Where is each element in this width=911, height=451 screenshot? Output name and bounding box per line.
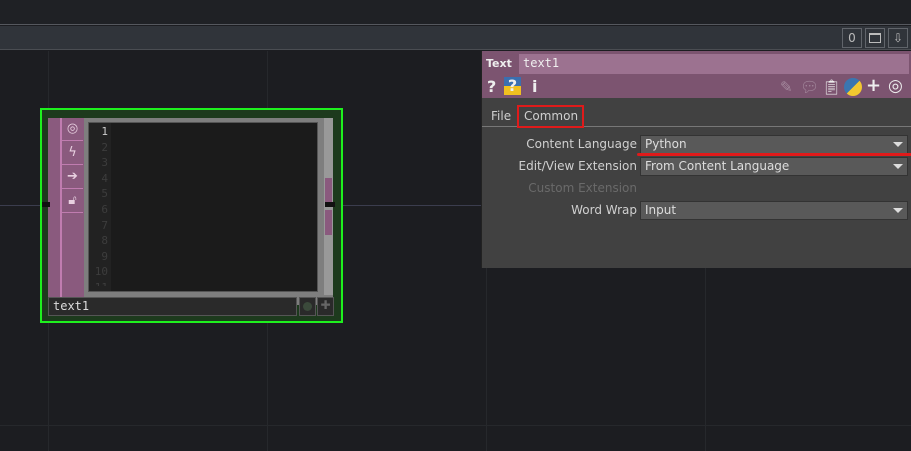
line-numbers: 1 2 3 4 5 6 7 8 9 10 11 bbox=[89, 123, 111, 291]
dropdown-value: Python bbox=[645, 137, 687, 151]
param-edit-view-extension: Edit/View Extension From Content Languag… bbox=[482, 157, 911, 177]
node-body: ◎ ϟ ➔ 🔓︎ 1 2 3 4 5 6 7 8 9 10 11 bbox=[48, 118, 333, 305]
top-strip bbox=[0, 0, 911, 25]
line-number: 5 bbox=[101, 187, 108, 201]
text-editor[interactable]: 1 2 3 4 5 6 7 8 9 10 11 bbox=[88, 122, 318, 292]
content-language-dropdown[interactable]: Python bbox=[640, 135, 908, 154]
network-toolbar bbox=[0, 26, 911, 50]
parameter-tabs: File Common bbox=[482, 105, 911, 128]
plus-icon[interactable]: + bbox=[866, 75, 881, 96]
arrow-right-icon[interactable]: ➔ bbox=[62, 166, 83, 189]
annotation-underline bbox=[637, 153, 911, 156]
param-label: Word Wrap bbox=[571, 203, 637, 217]
chevron-down-icon bbox=[893, 164, 903, 169]
grid-line bbox=[0, 425, 911, 426]
counter-button[interactable]: 0 bbox=[842, 28, 862, 48]
download-arrow-icon[interactable]: ⇩ bbox=[888, 28, 908, 48]
line-number: 7 bbox=[101, 218, 108, 232]
output-connector[interactable] bbox=[325, 202, 335, 207]
param-custom-extension: Custom Extension bbox=[482, 179, 911, 199]
line-number: 9 bbox=[101, 249, 108, 263]
text-operator-node[interactable]: ◎ ϟ ➔ 🔓︎ 1 2 3 4 5 6 7 8 9 10 11 text1 ✚ bbox=[40, 108, 343, 323]
line-number: 4 bbox=[101, 171, 108, 185]
param-word-wrap: Word Wrap Input bbox=[482, 201, 911, 221]
pencil-icon[interactable]: ✎ bbox=[780, 78, 793, 96]
cook-icon[interactable]: ϟ bbox=[62, 142, 83, 165]
dropdown-value: From Content Language bbox=[645, 159, 790, 173]
line-number: 1 bbox=[101, 125, 108, 138]
target-icon[interactable]: ◎ bbox=[888, 76, 903, 96]
input-connector[interactable] bbox=[42, 202, 50, 207]
help-icon[interactable]: ? bbox=[487, 77, 496, 96]
word-wrap-dropdown[interactable]: Input bbox=[640, 201, 908, 220]
comment-icon[interactable]: 💬︎ bbox=[800, 78, 819, 96]
param-label: Custom Extension bbox=[528, 181, 637, 195]
line-number: 3 bbox=[101, 156, 108, 170]
line-number: 10 bbox=[94, 265, 108, 279]
operator-type: Text bbox=[486, 57, 512, 70]
param-label: Content Language bbox=[526, 137, 637, 151]
line-number: 6 bbox=[101, 202, 108, 216]
viewer-icon[interactable]: ◎ bbox=[62, 118, 83, 141]
python-help-icon[interactable]: ? bbox=[504, 77, 521, 95]
tab-common[interactable]: Common bbox=[524, 109, 578, 123]
dropdown-value: Input bbox=[645, 203, 677, 217]
param-content-language: Content Language Python bbox=[482, 135, 911, 155]
parameter-panel: Text text1 ? ? i ✎ 💬︎ 📋︎ + ◎ File Common… bbox=[481, 51, 911, 268]
panel-header: Text text1 ? ? i ✎ 💬︎ 📋︎ + ◎ bbox=[482, 51, 911, 98]
chevron-down-icon bbox=[893, 142, 903, 147]
operator-name-field[interactable]: text1 bbox=[519, 54, 909, 74]
node-flags-strip: ◎ ϟ ➔ 🔓︎ bbox=[48, 118, 84, 305]
line-number: 2 bbox=[101, 140, 108, 154]
clipboard-icon[interactable]: 📋︎ bbox=[822, 78, 841, 96]
bypass-button[interactable] bbox=[299, 297, 316, 316]
line-number: 11 bbox=[89, 280, 108, 286]
unlock-icon[interactable]: 🔓︎ bbox=[62, 190, 83, 213]
node-name[interactable]: text1 bbox=[48, 297, 297, 316]
python-icon[interactable] bbox=[844, 78, 862, 96]
line-number: 8 bbox=[101, 234, 108, 248]
chevron-down-icon bbox=[893, 208, 903, 213]
plus-icon[interactable]: ✚ bbox=[317, 297, 334, 316]
info-icon[interactable]: i bbox=[532, 77, 537, 96]
window-icon[interactable] bbox=[865, 28, 885, 48]
param-label: Edit/View Extension bbox=[518, 159, 637, 173]
tab-file[interactable]: File bbox=[491, 109, 511, 123]
edit-view-extension-dropdown[interactable]: From Content Language bbox=[640, 157, 908, 176]
